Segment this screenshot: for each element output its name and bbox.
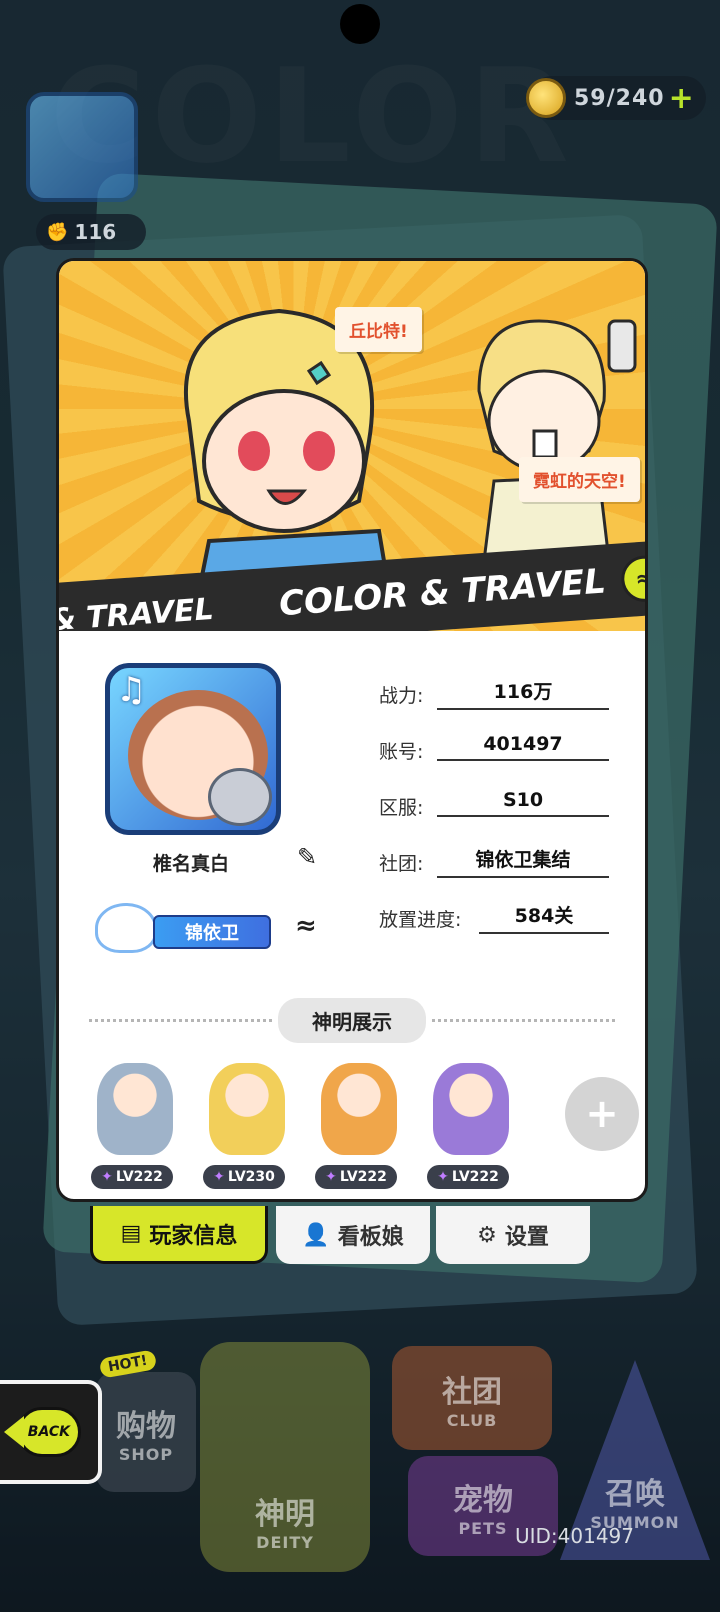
stat-row-server: 区服: S10 xyxy=(379,781,609,837)
profile-card: 丘比特! 霓虹的天空! & TRAVEL COLOR & TRAVEL ≈ ♫ … xyxy=(56,258,648,1202)
stat-row-account: 账号: 401497 xyxy=(379,725,609,781)
pets-label-en: PETS xyxy=(458,1518,508,1538)
tab-label: 设置 xyxy=(504,1225,549,1250)
stat-row-progress: 放置进度: 584关 xyxy=(379,893,609,949)
profile-banner: 丘比特! 霓虹的天空! & TRAVEL COLOR & TRAVEL ≈ xyxy=(59,261,645,631)
divider xyxy=(89,1018,272,1022)
summon-label: 召唤 xyxy=(605,1476,665,1512)
stat-label: 社团: xyxy=(379,853,424,875)
deity-level: ✦ LV230 xyxy=(203,1165,285,1189)
deity-section-title: 神明展示 xyxy=(278,997,426,1043)
logo-icon: ≈ xyxy=(620,554,645,604)
deity-section-header: 神明展示 xyxy=(89,997,615,1043)
ghost-icon xyxy=(95,903,157,953)
stat-value: 锦依卫集结 xyxy=(437,845,609,878)
deity-slot[interactable]: ✦ LV222 xyxy=(419,1063,519,1193)
power-pill: ✊ 116 xyxy=(36,214,146,250)
profile-icon: ▤ xyxy=(120,1221,142,1246)
club-badge[interactable]: 锦依卫 xyxy=(95,895,281,959)
pet-icon xyxy=(208,768,272,826)
speech-bubble: 霓虹的天空! xyxy=(519,457,640,502)
tab-player-info[interactable]: ▤ 玩家信息 xyxy=(90,1206,268,1264)
music-note-icon: ♫ xyxy=(116,670,147,710)
shop-label-en: SHOP xyxy=(118,1444,174,1464)
player-info: ♫ 椎名真白 ✎ 锦依卫 ≈ 战力: 116万 账号: 401497 区服: S… xyxy=(59,633,645,1193)
character-illustration-secondary xyxy=(477,319,637,561)
person-swap-icon: 👤 xyxy=(302,1222,330,1248)
deity-label-en: DEITY xyxy=(256,1533,314,1552)
add-deity-button[interactable]: + xyxy=(565,1077,639,1151)
club-tag: 锦依卫 xyxy=(153,915,271,949)
deity-sprite xyxy=(433,1063,509,1155)
deity-slot[interactable]: ✦ LV230 xyxy=(195,1063,295,1193)
camera-notch xyxy=(340,4,380,44)
deity-level-text: LV222 xyxy=(115,1169,163,1185)
deity-sprite xyxy=(97,1063,173,1155)
bottom-menu: HOT! 购物 SHOP 神明 DEITY 社团 CLUB 宠物 PETS 召唤… xyxy=(0,1320,720,1612)
gear-icon: ⚙ xyxy=(477,1222,497,1248)
fist-icon: ✊ xyxy=(46,221,69,243)
star-icon: ✦ xyxy=(437,1169,449,1185)
stripe-title: COLOR & TRAVEL xyxy=(277,561,608,625)
switch-badge-icon[interactable]: ≈ xyxy=(295,911,317,941)
club-label: 社团 xyxy=(442,1374,502,1410)
stat-row-club: 社团: 锦依卫集结 xyxy=(379,837,609,893)
speech-bubble: 丘比特! xyxy=(335,307,422,352)
stat-label: 账号: xyxy=(379,741,424,763)
shop-button[interactable]: HOT! 购物 SHOP xyxy=(96,1349,196,1492)
stat-value: 401497 xyxy=(437,733,609,761)
stat-label: 放置进度: xyxy=(379,909,462,931)
club-button[interactable]: 社团 CLUB xyxy=(392,1346,552,1450)
deity-sprite xyxy=(209,1063,285,1155)
tab-label: 玩家信息 xyxy=(149,1223,238,1249)
deity-level: ✦ LV222 xyxy=(427,1165,509,1189)
hot-badge: HOT! xyxy=(98,1349,157,1379)
power-value: 116 xyxy=(74,220,117,244)
back-label: BACK xyxy=(27,1424,70,1440)
energy-counter[interactable]: 59/240 + xyxy=(526,76,706,120)
back-button[interactable]: BACK xyxy=(0,1380,102,1484)
deity-button[interactable]: 神明 DEITY xyxy=(200,1342,370,1572)
deity-slot[interactable]: ✦ LV222 xyxy=(83,1063,183,1193)
deity-label: 神明 xyxy=(255,1497,315,1532)
deity-level-text: LV230 xyxy=(227,1169,275,1185)
back-arrow-icon: BACK xyxy=(4,1407,81,1457)
top-avatar[interactable] xyxy=(26,92,138,202)
pets-label: 宠物 xyxy=(453,1482,513,1518)
edit-name-icon[interactable]: ✎ xyxy=(297,843,317,871)
tab-settings[interactable]: ⚙ 设置 xyxy=(436,1206,590,1264)
stat-value: S10 xyxy=(437,789,609,817)
star-icon: ✦ xyxy=(213,1169,225,1185)
player-avatar[interactable]: ♫ xyxy=(105,663,281,835)
uid-label: UID:401497 xyxy=(514,1524,634,1548)
deity-level-text: LV222 xyxy=(339,1169,387,1185)
stat-value: 116万 xyxy=(437,677,609,710)
tab-mascot[interactable]: 👤 看板娘 xyxy=(276,1206,430,1264)
energy-add-button[interactable]: + xyxy=(669,81,694,116)
star-icon: ✦ xyxy=(101,1169,113,1185)
deity-sprite xyxy=(321,1063,397,1155)
stat-label: 区服: xyxy=(379,797,424,819)
energy-value: 59/240 xyxy=(574,85,665,111)
stat-value: 584关 xyxy=(479,901,609,934)
deity-list: ✦ LV222 ✦ LV230 ✦ LV222 ✦ LV222 + xyxy=(83,1063,639,1193)
deity-level: ✦ LV222 xyxy=(91,1165,173,1189)
star-icon: ✦ xyxy=(325,1169,337,1185)
deity-level-text: LV222 xyxy=(451,1169,499,1185)
divider xyxy=(432,1018,615,1022)
club-label-en: CLUB xyxy=(446,1410,498,1430)
stat-row-power: 战力: 116万 xyxy=(379,669,609,725)
deity-level: ✦ LV222 xyxy=(315,1165,397,1189)
tab-label: 看板娘 xyxy=(337,1225,404,1250)
energy-icon xyxy=(526,78,566,118)
stripe-text: & TRAVEL xyxy=(59,591,215,631)
player-name: 椎名真白 xyxy=(153,853,230,875)
deity-slot[interactable]: ✦ LV222 xyxy=(307,1063,407,1193)
shop-label: 购物 xyxy=(116,1408,176,1444)
stats-panel: 战力: 116万 账号: 401497 区服: S10 社团: 锦依卫集结 放置… xyxy=(379,669,609,949)
stat-label: 战力: xyxy=(379,685,424,707)
